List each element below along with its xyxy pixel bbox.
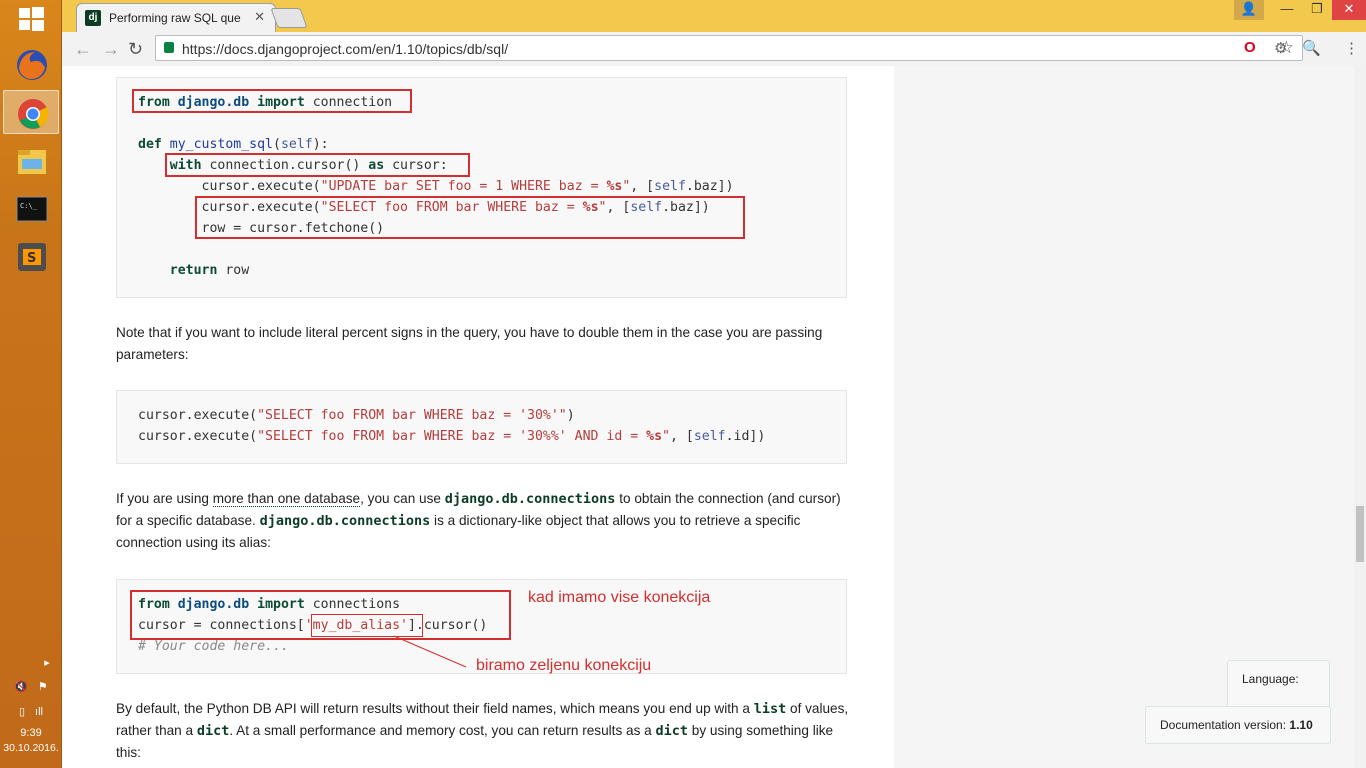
volume-muted-icon[interactable]: 🔇 [14, 681, 28, 693]
code-token: cursor.execute( [138, 179, 321, 194]
taskbar-sublime[interactable]: S [3, 234, 59, 278]
start-button[interactable] [0, 0, 62, 38]
minimize-button[interactable]: — [1272, 0, 1302, 20]
multiple-db-paragraph: If you are using more than one database,… [116, 491, 841, 550]
scrollbar-thumb[interactable] [1356, 506, 1364, 562]
code-token: "UPDATE bar SET foo = 1 WHERE baz = [320, 179, 607, 194]
code-line: cursor.execute("SELECT foo FROM bar WHER… [138, 426, 846, 447]
highlight-select-fetchone [195, 196, 745, 239]
annotation-multi-connections: kad imamo vise konekcija [528, 589, 711, 606]
toolbar: ← → ↻ https://docs.djangoproject.com/en/… [62, 32, 1366, 66]
close-tab-icon[interactable]: ✕ [254, 9, 265, 25]
code-token: %s [606, 179, 623, 194]
battery-icon[interactable]: ▯ [19, 706, 25, 718]
code-line: cursor.execute("UPDATE bar SET foo = 1 W… [138, 176, 846, 197]
code-token: self [654, 179, 686, 194]
firefox-icon [17, 50, 47, 80]
signal-icon[interactable]: ıll [35, 706, 43, 718]
code-token: , [ [630, 179, 655, 194]
taskbar-cmd[interactable]: C:\_ [3, 186, 59, 230]
code-token: ): [312, 137, 329, 152]
code-token: ( [273, 137, 281, 152]
page-content: from django.db import connection def my_… [62, 66, 1354, 768]
code-token: " [662, 429, 670, 444]
annotation-arrow [393, 635, 467, 668]
menu-icon[interactable]: ⋮ [1344, 39, 1359, 57]
code-token: "SELECT foo FROM bar WHERE baz = '30%%' … [257, 429, 647, 444]
browser-tab[interactable]: dj Performing raw SQL que ✕ [76, 3, 276, 32]
svg-text:S: S [27, 251, 36, 266]
code-line: return row [138, 260, 846, 281]
user-profile-button[interactable]: 👤 [1234, 0, 1264, 20]
vertical-scrollbar[interactable] [1354, 66, 1366, 768]
opera-extension-icon[interactable]: O [1244, 39, 1256, 56]
multiple-databases-link[interactable]: more than one database [212, 491, 361, 507]
cmd-icon: C:\_ [16, 196, 48, 222]
forward-button[interactable]: → [102, 39, 120, 60]
code-token: def [138, 137, 162, 152]
code-token: .baz]) [685, 179, 734, 194]
new-tab-button[interactable] [270, 8, 308, 28]
taskbar-chrome[interactable] [3, 90, 59, 134]
code-line: def my_custom_sql(self): [138, 134, 846, 155]
dict-results-paragraph: By default, the Python DB API will retur… [116, 701, 849, 760]
tray-expand-icon[interactable]: ▸ [0, 656, 62, 669]
reload-button[interactable]: ↻ [128, 39, 143, 60]
code-token: row [217, 263, 250, 278]
flag-icon[interactable]: ⚑ [38, 681, 48, 693]
code-token: %s [646, 429, 663, 444]
inline-code: django.db.connections [444, 491, 616, 507]
address-bar[interactable]: https://docs.djangoproject.com/en/1.10/t… [155, 35, 1303, 61]
version-switcher[interactable]: Documentation version: 1.10 [1145, 706, 1331, 744]
percent-signs-note: Note that if you want to include literal… [116, 325, 823, 362]
taskbar-firefox[interactable] [3, 42, 59, 86]
code-token: self [693, 429, 726, 444]
clock-date[interactable]: 30.10.2016. [0, 742, 62, 754]
back-button[interactable]: ← [74, 39, 92, 60]
clock-time[interactable]: 9:39 [0, 727, 62, 739]
inline-code: dict [196, 723, 230, 739]
code-line: cursor.execute("SELECT foo FROM bar WHER… [138, 405, 846, 426]
search-extension-icon[interactable]: 🔍 [1302, 39, 1321, 57]
code-token: , [ [669, 429, 694, 444]
close-window-button[interactable]: ✕ [1332, 0, 1366, 20]
svg-text:C:\_: C:\_ [20, 202, 38, 210]
code-token: cursor.execute( [138, 429, 258, 444]
sublime-text-icon: S [18, 243, 46, 271]
windows-logo-icon [19, 8, 30, 18]
inline-code: dict [655, 723, 689, 739]
code-token: self [280, 137, 313, 152]
highlight-with-cursor [165, 153, 470, 177]
windows-taskbar: C:\_ S ▸ 🔇 ⚑ ▯ ıll 9:39 30.10.2016. [0, 0, 62, 768]
url-text: https://docs.djangoproject.com/en/1.10/t… [182, 41, 509, 57]
maximize-button[interactable]: ❐ [1302, 0, 1332, 20]
django-favicon: dj [85, 10, 101, 26]
code-token: ) [566, 408, 575, 423]
code-block-percent: cursor.execute("SELECT foo FROM bar WHER… [116, 390, 847, 464]
inline-code: list [753, 701, 787, 717]
code-token: cursor.execute( [138, 408, 258, 423]
extension-icon[interactable]: ⚙ [1274, 39, 1287, 57]
browser-chrome: dj Performing raw SQL que ✕ 👤 — ❐ ✕ ← → … [62, 0, 1366, 66]
code-token: my_custom_sql [169, 137, 273, 152]
annotation-pick-connection: biramo zeljenu konekciju [476, 657, 652, 674]
file-explorer-icon [18, 150, 46, 174]
taskbar-file-explorer[interactable] [3, 138, 59, 182]
code-token: .id]) [725, 429, 766, 444]
highlight-import-connection [132, 89, 412, 113]
tab-strip: dj Performing raw SQL que ✕ 👤 — ❐ ✕ [62, 0, 1366, 32]
code-token: "SELECT foo FROM bar WHERE baz = '30%'" [257, 408, 567, 423]
inline-code: django.db.connections [259, 513, 431, 529]
code-token: # Your code here... [138, 639, 289, 654]
code-token: return [169, 263, 218, 278]
lock-icon [164, 42, 174, 53]
tab-title: Performing raw SQL que [109, 11, 241, 25]
chrome-icon [18, 99, 49, 129]
